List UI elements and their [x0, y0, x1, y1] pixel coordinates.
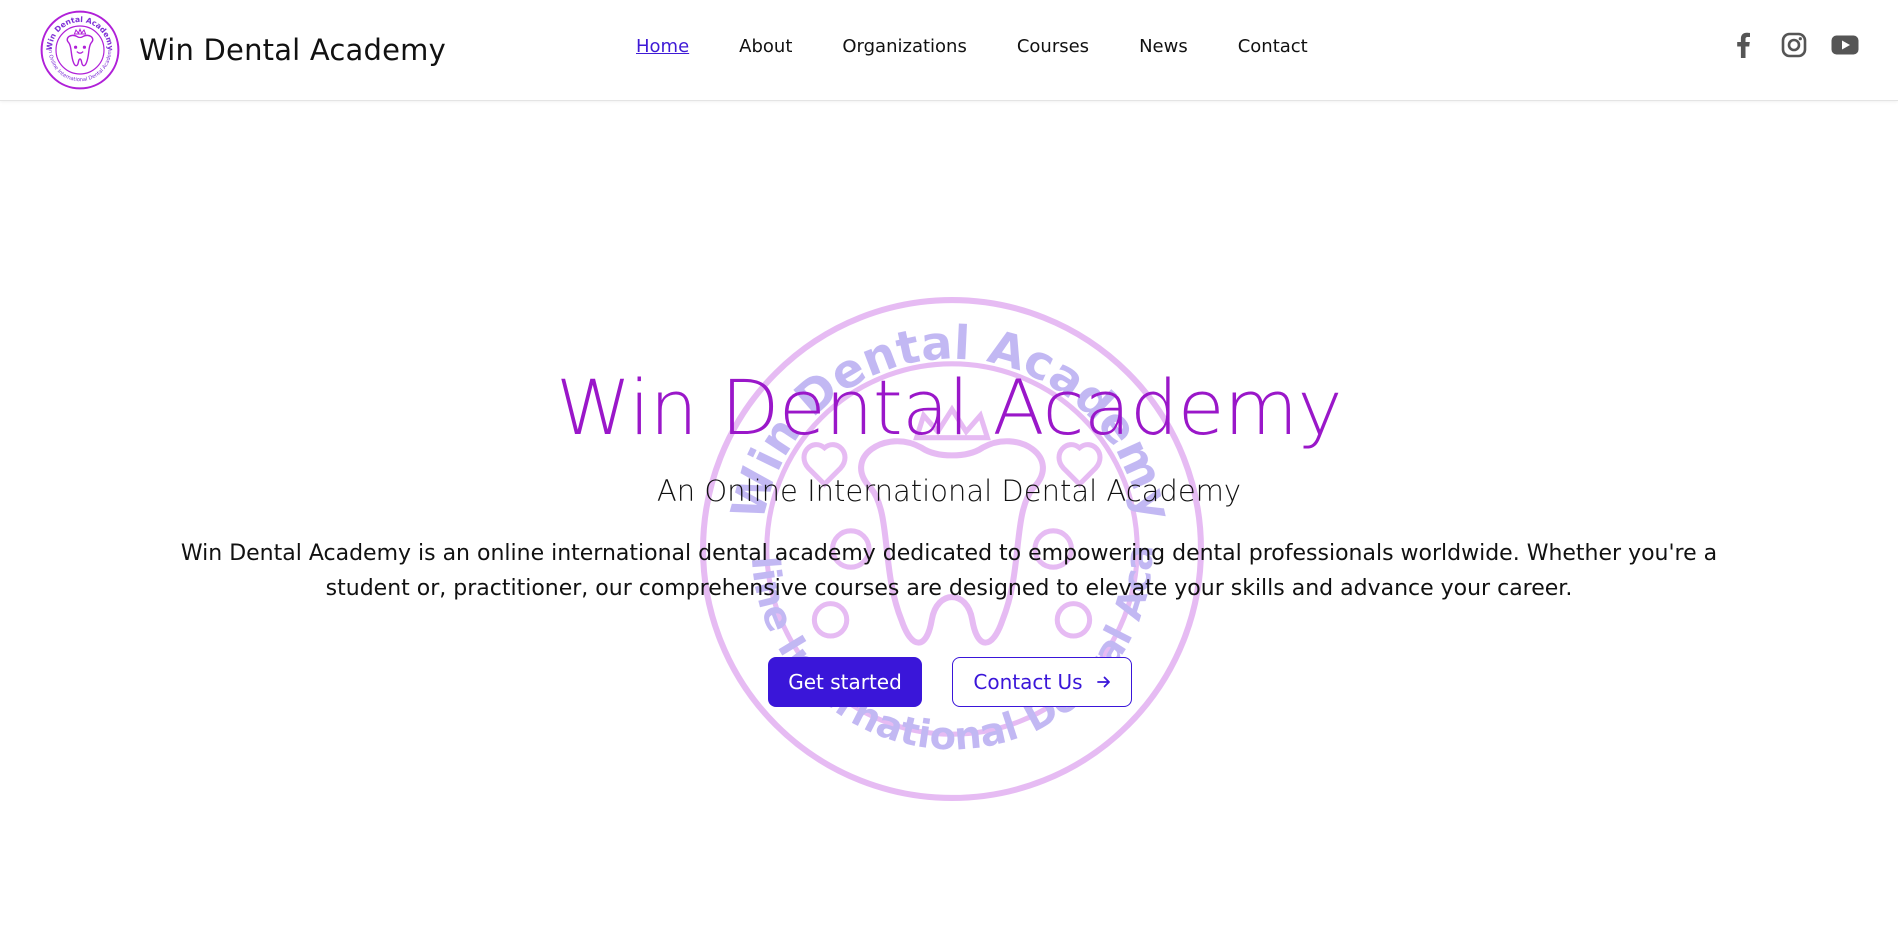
- nav-item-home[interactable]: Home: [636, 36, 689, 57]
- youtube-icon[interactable]: [1830, 30, 1860, 60]
- contact-us-label: Contact Us: [973, 670, 1083, 694]
- academy-logo[interactable]: Win Dental Academy An Online Internation…: [40, 10, 120, 90]
- social-links: [1707, 30, 1860, 60]
- facebook-icon[interactable]: [1728, 30, 1758, 60]
- site-header: Win Dental Academy An Online Internation…: [0, 0, 1898, 101]
- nav-item-news[interactable]: News: [1139, 36, 1188, 57]
- brand[interactable]: Win Dental Academy An Online Internation…: [40, 10, 446, 90]
- nav-item-organizations[interactable]: Organizations: [842, 36, 966, 57]
- nav-item-contact[interactable]: Contact: [1238, 36, 1308, 57]
- hero-subtitle: An Online International Dental Academy: [656, 474, 1242, 508]
- main-nav: Home About Organizations Courses News Co…: [636, 36, 1358, 57]
- get-started-label: Get started: [788, 670, 902, 694]
- get-started-button[interactable]: Get started: [768, 657, 922, 707]
- nav-item-courses[interactable]: Courses: [1017, 36, 1089, 57]
- arrow-right-icon: [1096, 675, 1111, 689]
- hero-section: Win Dental Academy An Online Internation…: [0, 101, 1898, 939]
- contact-us-button[interactable]: Contact Us: [952, 657, 1132, 707]
- hero-description: Win Dental Academy is an online internat…: [180, 541, 1718, 601]
- brand-name[interactable]: Win Dental Academy: [139, 33, 446, 67]
- instagram-icon[interactable]: [1779, 30, 1809, 60]
- hero-title: Win Dental Academy: [555, 363, 1343, 452]
- nav-item-about[interactable]: About: [739, 36, 792, 57]
